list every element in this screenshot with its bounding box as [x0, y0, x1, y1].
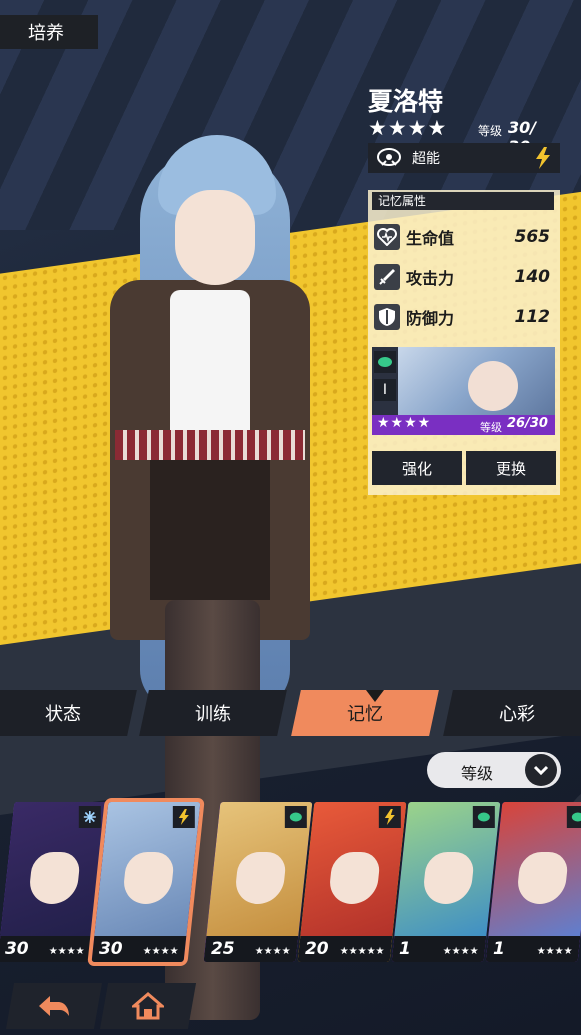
roster-card[interactable]: 30 ★★★★ — [0, 802, 107, 962]
roster-card[interactable]: 25 ★★★★ — [203, 802, 313, 962]
roster-stars: ★★★★ — [142, 946, 179, 957]
roster-level: 20 — [304, 939, 329, 959]
psychic-icon — [284, 806, 307, 828]
tab-memory[interactable]: 记忆 — [291, 690, 439, 736]
lightning-icon — [532, 146, 554, 170]
active-tab-marker-icon — [366, 690, 384, 702]
memory-card-art — [398, 347, 555, 415]
roster-card[interactable]: 20 ★★★★★ — [297, 802, 407, 962]
psychic-icon — [472, 806, 495, 828]
lightning-icon — [172, 806, 195, 828]
memory-level-label: 等级 — [480, 421, 502, 434]
attr-value: 140 — [514, 267, 551, 287]
memory-level-value: 26/30 — [507, 416, 548, 431]
tab-label: 训练 — [195, 704, 231, 725]
heart-icon — [374, 224, 400, 250]
attr-label: 生命值 — [406, 229, 455, 248]
attr-value: 112 — [514, 307, 551, 327]
roster-stars: ★★★★ — [254, 946, 291, 957]
roster-stars: ★★★★ — [48, 946, 85, 957]
home-icon — [132, 992, 164, 1020]
attr-label: 防御力 — [406, 309, 455, 328]
attr-value: 565 — [514, 227, 551, 247]
memory-card[interactable]: I ★★★★ 等级 26/30 — [372, 347, 555, 435]
character-roster: 30 ★★★★ 30 ★★★★ 25 ★★★★ 20 ★★★★★ 1 ★★★★ … — [0, 790, 581, 970]
memory-rank: I — [374, 379, 396, 401]
roster-card[interactable]: 1 ★★★★ — [391, 802, 501, 962]
home-button[interactable] — [99, 983, 197, 1029]
psychic-icon — [374, 351, 396, 373]
character-stars: ★★★★ — [368, 116, 448, 140]
tab-training[interactable]: 训练 — [139, 690, 287, 736]
sort-dropdown[interactable]: 等级 — [427, 752, 561, 788]
character-name: 夏洛特 — [368, 87, 444, 116]
tab-label: 心彩 — [499, 704, 535, 725]
page-title: 培养 — [0, 15, 98, 49]
tab-heart-color[interactable]: 心彩 — [443, 690, 581, 736]
back-button[interactable] — [5, 983, 103, 1029]
roster-level: 30 — [4, 939, 29, 959]
brain-icon — [374, 146, 404, 170]
element-label: 超能 — [412, 151, 440, 167]
lightning-icon — [378, 806, 401, 828]
roster-stars: ★★★★ — [536, 946, 573, 957]
snowflake-icon — [78, 806, 101, 828]
replace-button[interactable]: 更换 — [466, 451, 556, 485]
psychic-icon — [566, 806, 581, 828]
sort-label: 等级 — [461, 764, 494, 783]
roster-card[interactable]: 1 ★★★★ — [485, 802, 581, 962]
chevron-down-icon[interactable] — [525, 754, 557, 786]
sword-icon — [374, 264, 400, 290]
shield-icon — [374, 304, 400, 330]
tab-label: 记忆 — [347, 704, 383, 725]
memory-stars: ★★★★ — [377, 415, 432, 431]
roster-stars: ★★★★ — [442, 946, 479, 957]
tab-label: 状态 — [45, 704, 81, 725]
attr-row-hp: 生命值 565 — [374, 222, 554, 252]
attr-row-atk: 攻击力 140 — [374, 262, 554, 292]
element-bar: 超能 — [368, 143, 560, 173]
memory-attributes-panel: 记忆属性 生命值 565 攻击力 140 防御力 112 — [368, 190, 560, 495]
roster-level: 25 — [210, 939, 235, 959]
character-rank: ★★★★ 等级 30/ 30 — [368, 116, 558, 156]
attr-row-def: 防御力 112 — [374, 302, 554, 332]
attr-label: 攻击力 — [406, 269, 455, 288]
roster-level: 30 — [98, 939, 123, 959]
roster-level: 1 — [398, 939, 411, 959]
roster-stars: ★★★★★ — [339, 946, 385, 957]
memory-card-footer: ★★★★ 等级 26/30 — [372, 415, 555, 435]
memory-attributes-header: 记忆属性 — [372, 192, 554, 210]
roster-level: 1 — [492, 939, 505, 959]
enhance-button[interactable]: 强化 — [372, 451, 462, 485]
tab-status[interactable]: 状态 — [0, 690, 137, 736]
back-arrow-icon — [39, 996, 69, 1016]
level-label: 等级 — [478, 124, 503, 138]
roster-card-selected[interactable]: 30 ★★★★ — [86, 798, 206, 966]
